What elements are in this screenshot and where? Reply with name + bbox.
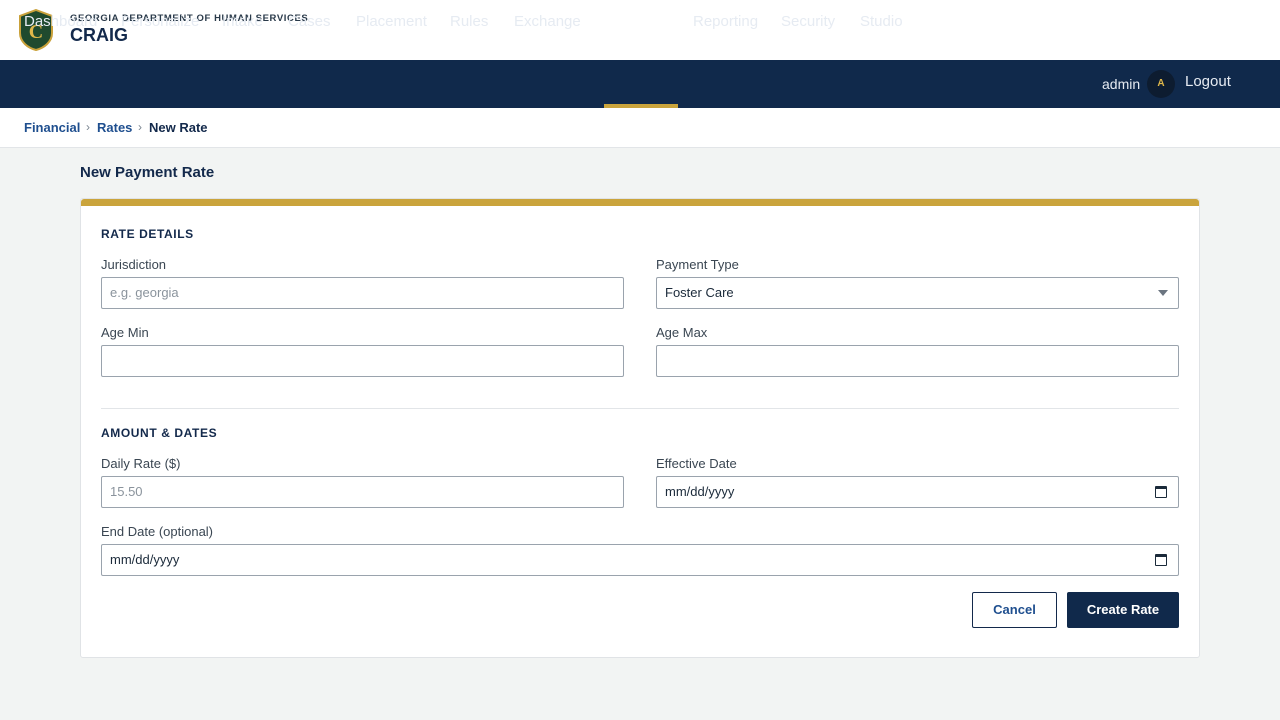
card-accent-bar — [81, 199, 1199, 206]
breadcrumb-financial[interactable]: Financial — [24, 120, 80, 135]
section-title-rate-details: RATE DETAILS — [101, 227, 194, 241]
payment-type-value: Foster Care — [665, 285, 734, 300]
end-date-label: End Date (optional) — [101, 524, 214, 539]
age-min-input[interactable] — [101, 345, 624, 377]
daily-rate-placeholder: 15.50 — [110, 484, 143, 499]
effective-date-input[interactable]: mm/dd/yyyy — [656, 476, 1179, 508]
age-max-input[interactable] — [656, 345, 1179, 377]
nav-item-security[interactable]: Security — [781, 0, 835, 48]
effective-date-label: Effective Date — [656, 456, 737, 471]
jurisdiction-placeholder: e.g. georgia — [110, 285, 179, 300]
age-min-label: Age Min — [101, 325, 149, 340]
nav-item-placement[interactable]: Placement — [356, 0, 427, 48]
daily-rate-input[interactable]: 15.50 — [101, 476, 624, 508]
page-title: New Payment Rate — [80, 164, 215, 181]
main-nav — [0, 60, 1280, 108]
payment-type-select[interactable]: Foster Care — [656, 277, 1179, 309]
jurisdiction-label: Jurisdiction — [101, 257, 167, 272]
nav-item-reporting[interactable]: Reporting — [693, 0, 758, 48]
nav-item-studio[interactable]: Studio — [860, 0, 903, 48]
jurisdiction-input[interactable]: e.g. georgia — [101, 277, 624, 309]
nav-item-intake[interactable]: Intake — [222, 0, 263, 48]
nav-item-exchange[interactable]: Exchange — [514, 0, 581, 48]
nav-item-rules[interactable]: Rules — [450, 0, 488, 48]
chevron-down-icon — [1158, 290, 1168, 296]
age-max-label: Age Max — [656, 325, 708, 340]
avatar[interactable]: A — [1147, 70, 1175, 98]
nav-item-dashboard[interactable]: Dashboard — [24, 0, 97, 48]
nav-item-cases[interactable]: Cases — [288, 0, 331, 48]
cancel-button[interactable]: Cancel — [972, 592, 1057, 628]
section-divider — [101, 408, 1179, 409]
section-title-amount-dates: AMOUNT & DATES — [101, 426, 218, 440]
breadcrumb-separator: › — [86, 120, 90, 134]
user-name: admin — [1102, 76, 1141, 92]
effective-date-value: mm/dd/yyyy — [665, 484, 735, 499]
nav-item-financial[interactable]: Financial — [604, 0, 669, 48]
rate-form-card: RATE DETAILS Jurisdiction e.g. georgia P… — [80, 198, 1200, 658]
logout-link[interactable]: Logout — [1185, 60, 1231, 104]
nav-item-personalize[interactable]: Personalize — [121, 0, 199, 48]
end-date-value: mm/dd/yyyy — [110, 552, 180, 567]
payment-type-label: Payment Type — [656, 257, 739, 272]
end-date-input[interactable]: mm/dd/yyyy — [101, 544, 1179, 576]
breadcrumb-current: New Rate — [149, 120, 208, 135]
breadcrumb-separator: › — [138, 120, 142, 134]
calendar-icon[interactable] — [1155, 554, 1167, 566]
calendar-icon[interactable] — [1155, 486, 1167, 498]
breadcrumb-rates[interactable]: Rates — [97, 120, 132, 135]
create-rate-button[interactable]: Create Rate — [1067, 592, 1179, 628]
daily-rate-label: Daily Rate ($) — [101, 456, 181, 471]
